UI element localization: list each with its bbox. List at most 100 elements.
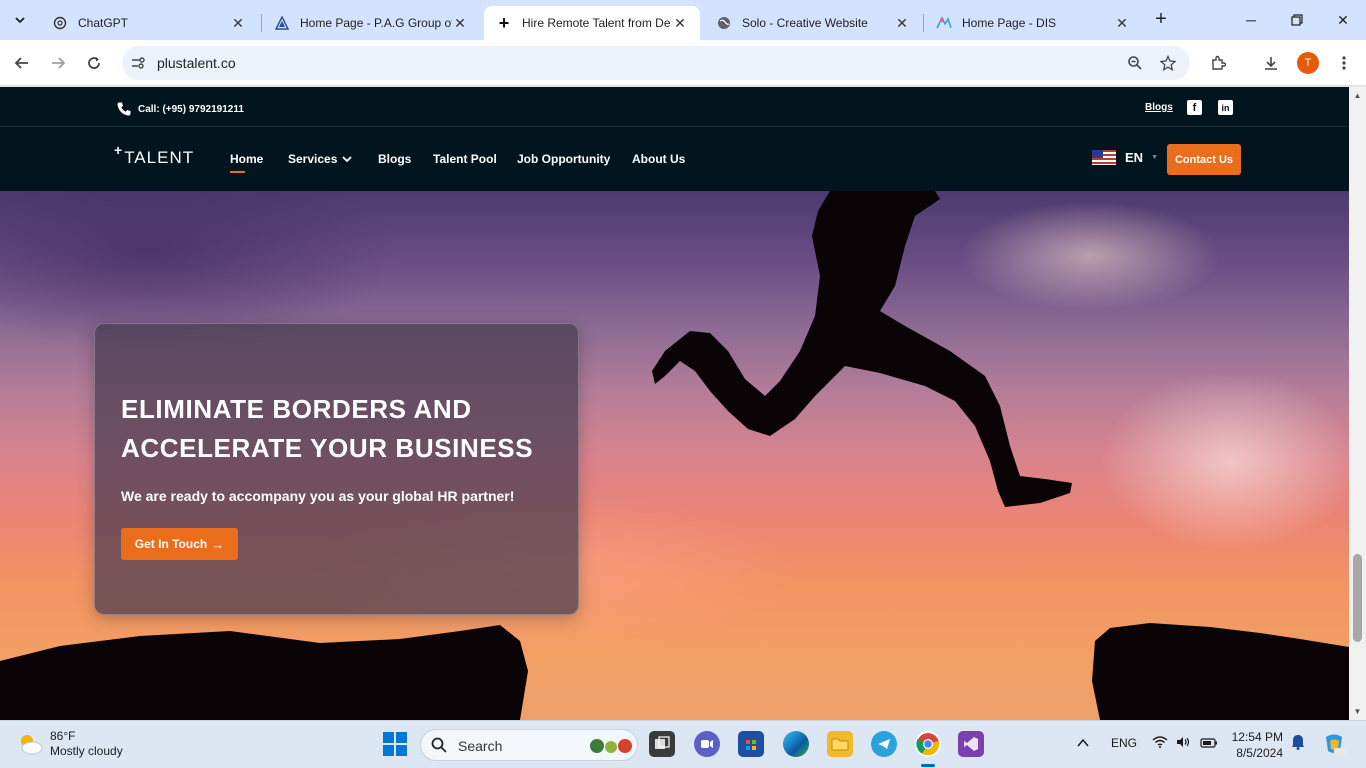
phone-contact[interactable]: Call: (+95) 9792191211: [116, 101, 244, 117]
close-icon[interactable]: ✕: [672, 15, 688, 31]
nav-job-opportunity[interactable]: Job Opportunity: [517, 152, 610, 166]
logo-plus: +: [114, 142, 124, 158]
language-label: EN: [1125, 150, 1144, 165]
hero-heading-line1: ELIMINATE BORDERS AND: [121, 394, 472, 424]
site-logo[interactable]: + TALENT: [114, 142, 194, 168]
tab-title: Solo - Creative Website: [742, 16, 868, 30]
notification-bell-icon[interactable]: [1291, 734, 1305, 753]
battery-icon[interactable]: [1200, 736, 1218, 751]
zoom-icon[interactable]: [1125, 53, 1145, 73]
back-button[interactable]: [10, 51, 34, 75]
nav-active-indicator: [230, 171, 245, 173]
search-icon: [431, 737, 447, 756]
restore-button[interactable]: [1285, 8, 1309, 32]
new-tab-button[interactable]: +: [1151, 9, 1171, 30]
restore-icon: [1291, 14, 1303, 26]
nav-talent-pool[interactable]: Talent Pool: [433, 152, 497, 166]
taskbar-search[interactable]: Search: [420, 729, 638, 761]
copilot-icon[interactable]: [1321, 731, 1347, 760]
browser-toolbar: plustalent.co T: [0, 40, 1366, 86]
close-icon[interactable]: ✕: [230, 15, 246, 31]
scroll-up-arrow-icon[interactable]: ▲: [1353, 91, 1362, 100]
task-view-icon[interactable]: [649, 731, 675, 757]
minimize-button[interactable]: ─: [1239, 8, 1263, 32]
site-info-icon[interactable]: [130, 55, 146, 71]
tab-title: Home Page - P.A.G Group of: [300, 16, 452, 30]
clock-time: 12:54 PM: [1231, 730, 1283, 744]
site-topbar: Call: (+95) 9792191211 Blogs f in: [0, 87, 1349, 127]
nav-services[interactable]: Services: [288, 152, 353, 166]
tab-solo[interactable]: Solo - Creative Website ✕: [704, 6, 922, 40]
partly-cloudy-icon: [21, 735, 43, 755]
close-icon[interactable]: ✕: [452, 15, 468, 31]
close-icon[interactable]: ✕: [1114, 15, 1130, 31]
topbar-blogs-link[interactable]: Blogs: [1145, 102, 1173, 113]
nav-about-us[interactable]: About Us: [632, 152, 685, 166]
tab-title: ChatGPT: [78, 16, 129, 30]
tab-plustalent[interactable]: + Hire Remote Talent from De ✕: [484, 6, 700, 40]
edge-browser-icon[interactable]: [783, 731, 809, 757]
system-clock[interactable]: 12:54 PM 8/5/2024: [1229, 729, 1283, 761]
reload-button[interactable]: [82, 51, 106, 75]
phone-icon: [117, 102, 131, 116]
tab-chatgpt[interactable]: ChatGPT ✕: [40, 6, 258, 40]
get-in-touch-button[interactable]: Get In Touch →: [121, 528, 238, 560]
tab-dis[interactable]: Home Page - DIS ✕: [924, 6, 1142, 40]
url-text[interactable]: plustalent.co: [157, 55, 236, 71]
arrow-right-icon: →: [211, 536, 225, 552]
wifi-icon[interactable]: [1152, 736, 1168, 751]
address-bar[interactable]: plustalent.co: [122, 46, 1190, 80]
windows-start-button[interactable]: [383, 732, 407, 756]
tab-title: Hire Remote Talent from De: [522, 16, 671, 30]
downloads-icon[interactable]: [1259, 51, 1283, 75]
tab-pag-group[interactable]: Home Page - P.A.G Group of ✕: [262, 6, 480, 40]
nav-home[interactable]: Home: [230, 152, 263, 166]
chevron-down-icon: [15, 17, 25, 24]
hero-section: ELIMINATE BORDERS AND ACCELERATE YOUR BU…: [0, 191, 1349, 720]
facebook-icon[interactable]: f: [1187, 100, 1202, 115]
chrome-browser-icon[interactable]: [915, 731, 941, 757]
arrow-right-icon: [52, 57, 66, 69]
contact-us-button[interactable]: Contact Us: [1167, 144, 1241, 175]
plustalent-icon: +: [498, 12, 510, 33]
microsoft-store-icon[interactable]: [738, 731, 764, 757]
close-window-button[interactable]: ✕: [1331, 8, 1355, 32]
volume-icon[interactable]: [1176, 736, 1190, 751]
language-selector[interactable]: EN ▼: [1092, 150, 1158, 165]
caret-down-icon: ▼: [1151, 154, 1158, 161]
scroll-down-arrow-icon[interactable]: ▼: [1353, 707, 1362, 716]
hero-card: ELIMINATE BORDERS AND ACCELERATE YOUR BU…: [94, 323, 579, 615]
tab-search-button[interactable]: [8, 8, 32, 32]
chevron-down-icon: [342, 156, 353, 163]
menu-kebab-icon[interactable]: [1332, 51, 1356, 75]
tab-title: Home Page - DIS: [962, 16, 1057, 30]
extensions-icon[interactable]: [1206, 51, 1230, 75]
windows-taskbar: 86°F Mostly cloudy Search ENG 12:54 PM 8…: [0, 720, 1366, 768]
visual-studio-icon[interactable]: [958, 731, 984, 757]
globe-icon: [716, 15, 732, 31]
weather-temperature: 86°F: [50, 729, 76, 743]
teams-chat-icon[interactable]: [694, 731, 720, 757]
chevron-up-icon[interactable]: [1077, 736, 1089, 751]
close-icon[interactable]: ✕: [894, 15, 910, 31]
phone-text: Call: (+95) 9792191211: [138, 103, 244, 115]
search-placeholder: Search: [458, 738, 503, 754]
linkedin-icon[interactable]: in: [1218, 100, 1233, 115]
nav-services-label: Services: [288, 152, 338, 166]
forward-button[interactable]: [46, 51, 70, 75]
nav-blogs[interactable]: Blogs: [378, 152, 411, 166]
scroll-thumb[interactable]: [1353, 554, 1362, 642]
page-scrollbar[interactable]: ▲ ▼: [1349, 87, 1366, 720]
active-app-indicator: [921, 764, 935, 767]
page-viewport: Call: (+95) 9792191211 Blogs f in + TALE…: [0, 87, 1349, 720]
input-language[interactable]: ENG: [1111, 736, 1137, 750]
weather-description: Mostly cloudy: [50, 744, 123, 758]
profile-avatar[interactable]: T: [1297, 52, 1319, 74]
bookmark-star-icon[interactable]: [1158, 53, 1178, 73]
cta-label: Get In Touch: [134, 537, 208, 551]
file-explorer-icon[interactable]: [827, 731, 853, 757]
weather-widget[interactable]: 86°F Mostly cloudy: [16, 729, 123, 759]
site-main-nav: + TALENT Home Services Blogs Talent Pool…: [0, 127, 1349, 191]
search-highlight-icon: [590, 739, 632, 753]
telegram-icon[interactable]: [871, 731, 897, 757]
